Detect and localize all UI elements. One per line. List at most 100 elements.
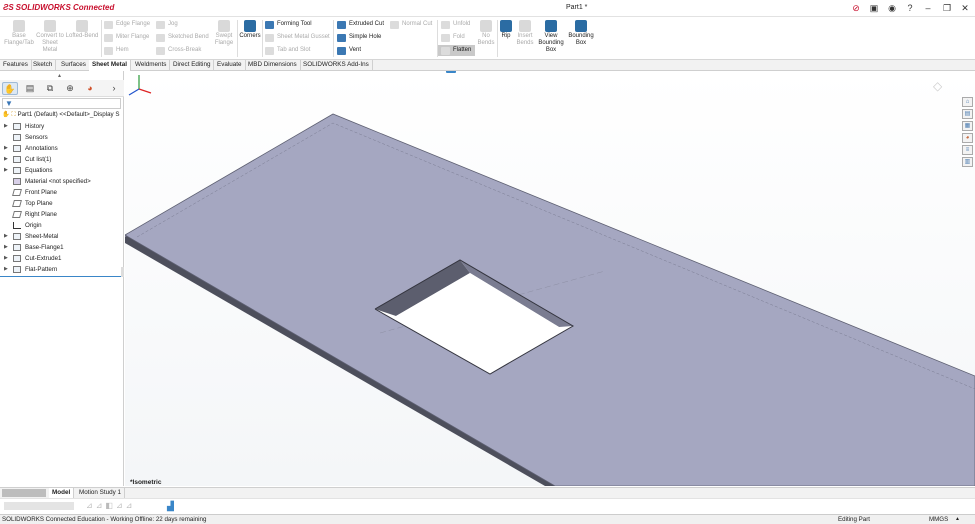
fold-button[interactable]: Fold — [441, 32, 465, 43]
hide-show-icon[interactable]: ◎ — [545, 71, 555, 73]
simple-hole-button[interactable]: Simple Hole — [337, 32, 381, 43]
calculate-icon[interactable]: ▟ — [167, 501, 174, 512]
edge-flange-button[interactable]: Edge Flange — [104, 19, 150, 30]
previous-view-icon[interactable]: ⌕ — [472, 71, 482, 73]
sheet-metal-gusset-button[interactable]: Sheet Metal Gusset — [265, 32, 330, 43]
unit-system[interactable]: MMGS — [929, 515, 948, 524]
user-icon[interactable]: ◉ — [886, 2, 898, 14]
tree-filter-input[interactable]: ▼ — [2, 98, 121, 109]
base-flange-button[interactable]: Base Flange/Tab — [4, 20, 34, 47]
gusset-icon — [265, 34, 274, 42]
custom-properties-icon[interactable]: ≡ — [962, 145, 973, 155]
section-view-icon[interactable]: ⧈ — [485, 71, 495, 73]
edge-flange-icon — [104, 21, 113, 29]
rip-button[interactable]: Rip — [498, 20, 514, 40]
edit-appearance-icon[interactable]: ◆ — [563, 71, 573, 73]
tab-weldments[interactable]: Weldments — [132, 60, 171, 71]
tab-evaluate[interactable]: Evaluate — [214, 60, 246, 71]
help-icon[interactable]: ? — [904, 2, 916, 14]
feature-manager-panel: ▴ ✋ ▤ ⧉ ⊕ ◕ › ▼ ✋ ⛶ Part1 (Default) <<De… — [0, 71, 124, 486]
design-library-icon[interactable]: ▤ — [962, 109, 973, 119]
no-bends-button[interactable]: No Bends — [474, 20, 498, 47]
view-bounding-box-button[interactable]: View Bounding Box — [537, 20, 565, 54]
panel-collapse-icon[interactable]: ▴ — [58, 72, 61, 79]
rollback-bar[interactable] — [0, 276, 124, 277]
forum-icon[interactable]: ▥ — [962, 157, 973, 167]
propertymanager-tab-icon[interactable]: ▤ — [22, 82, 38, 95]
tab-surfaces[interactable]: Surfaces — [58, 60, 90, 71]
zoom-to-fit-icon[interactable]: ⛶ — [446, 71, 456, 73]
solidworks-resources-icon[interactable]: ⌂ — [962, 97, 973, 107]
minimize-button[interactable]: – — [922, 2, 934, 14]
expand-arrow-icon[interactable]: ▶ — [4, 154, 8, 165]
appearances-icon[interactable]: ◕ — [962, 133, 973, 143]
sketched-bend-button[interactable]: Sketched Bend — [156, 32, 209, 43]
expand-arrow-icon[interactable]: ▶ — [4, 253, 8, 264]
extruded-cut-button[interactable]: Extruded Cut — [337, 19, 384, 30]
flat-pattern-icon — [13, 266, 21, 273]
unfold-button[interactable]: Unfold — [441, 19, 470, 30]
forming-tool-button[interactable]: Forming Tool — [265, 19, 312, 30]
insert-bends-button[interactable]: Insert Bends — [513, 20, 537, 47]
app-logo[interactable]: ƧS SOLIDWORKS Connected — [3, 3, 114, 12]
tab-scroll-controls[interactable] — [2, 489, 46, 497]
vent-button[interactable]: Vent — [337, 45, 361, 56]
expand-arrow-icon[interactable]: ▶ — [4, 264, 8, 275]
more-tabs-icon[interactable]: › — [106, 82, 122, 95]
dimxpert-tab-icon[interactable]: ⊕ — [62, 82, 78, 95]
zoom-area-icon[interactable]: ⌖ — [459, 71, 469, 73]
tab-sketch[interactable]: Sketch — [30, 60, 57, 71]
lofted-bend-button[interactable]: Lofted-Bend — [65, 20, 99, 40]
flatten-button[interactable]: Flatten — [438, 45, 476, 56]
featuremanager-tab-icon[interactable]: ✋ — [2, 82, 18, 95]
swept-flange-button[interactable]: Swept Flange — [211, 20, 237, 47]
expand-arrow-icon[interactable]: ▶ — [4, 242, 8, 253]
view-orientation-icon[interactable]: ⛋ — [511, 71, 521, 73]
motion-controls[interactable]: ⊿⊿◧⊿⊿ — [86, 501, 135, 510]
sheet-metal-icon — [13, 233, 21, 240]
tab-mbd-dimensions[interactable]: MBD Dimensions — [245, 60, 301, 71]
part-root-node[interactable]: ✋ ⛶ Part1 (Default) <<Default>_Display S — [2, 110, 119, 120]
close-button[interactable]: ✕ — [959, 2, 971, 14]
unit-dropdown-icon[interactable]: ▲ — [955, 515, 960, 524]
timeline-scroll[interactable] — [4, 502, 74, 510]
expand-arrow-icon[interactable]: ▶ — [4, 231, 8, 242]
cross-break-button[interactable]: Cross-Break — [156, 45, 201, 56]
restore-button[interactable]: ❐ — [941, 2, 953, 14]
display-style-icon[interactable]: ◧ — [527, 71, 537, 73]
tab-model[interactable]: Model — [49, 488, 75, 498]
tab-and-slot-icon — [265, 47, 274, 55]
dynamic-annotation-icon[interactable]: ⬚ — [498, 71, 508, 73]
normal-cut-button[interactable]: Normal Cut — [390, 19, 432, 30]
panel-splitter[interactable] — [121, 267, 124, 277]
terminal-icon[interactable]: ▣ — [868, 2, 880, 14]
divider — [262, 20, 263, 57]
view-cube-icon[interactable]: ◇ — [933, 79, 953, 93]
tab-sheet-metal[interactable]: Sheet Metal — [89, 60, 131, 71]
displaymanager-tab-icon[interactable]: ◕ — [82, 82, 98, 95]
graphics-area[interactable]: ⛶ ⌖ ⌕ ⧈ ⬚ ⛋ ◧ ◎ ◆ ◕ ▭ ⧄ ⧉ ▢ – ❐ ✕ ◇ *Iso… — [125, 71, 975, 486]
corners-button[interactable]: Corners — [238, 20, 262, 40]
offline-icon[interactable]: ⊘ — [850, 2, 862, 14]
expand-arrow-icon[interactable]: ▶ — [4, 143, 8, 154]
convert-to-sheet-metal-button[interactable]: Convert to Sheet Metal — [35, 20, 65, 54]
tab-features[interactable]: Features — [0, 60, 32, 71]
tab-and-slot-button[interactable]: Tab and Slot — [265, 45, 310, 56]
display-pane-icon[interactable]: ⧄ — [610, 71, 620, 73]
file-explorer-icon[interactable]: ▦ — [962, 121, 973, 131]
hem-button[interactable]: Hem — [104, 45, 129, 56]
apply-scene-icon[interactable]: ◕ — [576, 71, 586, 73]
bounding-box-button[interactable]: Bounding Box — [566, 20, 596, 47]
configurationmanager-tab-icon[interactable]: ⧉ — [42, 82, 58, 95]
expand-arrow-icon[interactable]: ▶ — [4, 121, 8, 132]
tab-direct-editing[interactable]: Direct Editing — [170, 60, 215, 71]
miter-flange-icon — [104, 34, 113, 42]
view-settings-icon[interactable]: ▭ — [593, 71, 603, 73]
expand-arrow-icon[interactable]: ▶ — [4, 165, 8, 176]
tab-motion-study-1[interactable]: Motion Study 1 — [76, 488, 126, 498]
jog-button[interactable]: Jog — [156, 19, 178, 30]
miter-flange-button[interactable]: Miter Flange — [104, 32, 149, 43]
model-view — [125, 113, 975, 486]
tab-solidworks-add-ins[interactable]: SOLIDWORKS Add-Ins — [300, 60, 373, 71]
document-title: Part1 * — [566, 4, 588, 11]
